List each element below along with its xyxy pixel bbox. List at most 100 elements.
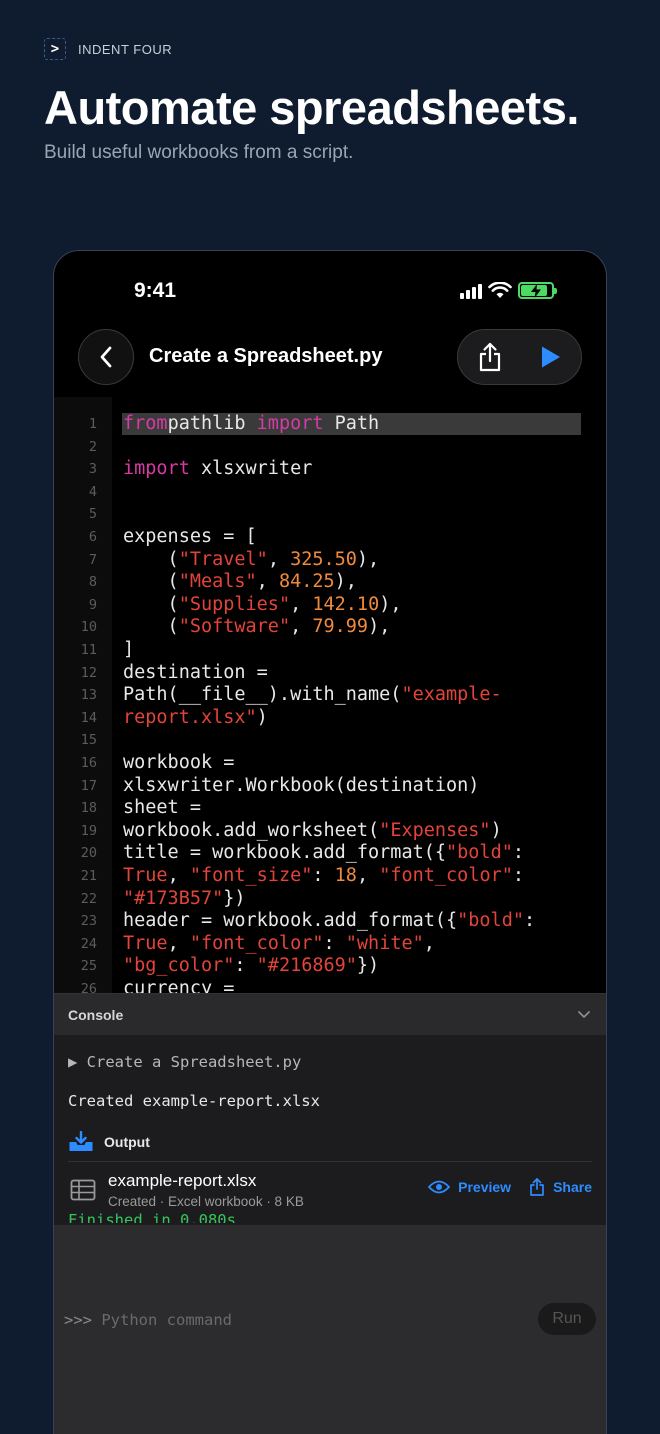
- status-icons: [460, 282, 557, 299]
- divider: [68, 1161, 592, 1162]
- code-line: 16 workbook =: [54, 752, 606, 775]
- code-token: "bold": [457, 910, 524, 932]
- chevron-down-icon[interactable]: [576, 1006, 592, 1022]
- line-number: 15: [80, 732, 97, 749]
- line-number: 3: [88, 461, 97, 478]
- console-header[interactable]: Console: [54, 993, 606, 1035]
- code-token: (: [123, 548, 179, 570]
- run-command-button[interactable]: Run: [538, 1303, 596, 1335]
- file-name: example-report.xlsx: [108, 1171, 257, 1190]
- code-token: 325.50: [290, 548, 357, 570]
- code-text: True, "font_size": 18, "font_color":: [123, 865, 524, 888]
- code-token: True: [123, 932, 168, 954]
- back-button[interactable]: [78, 329, 134, 385]
- finished-message: Finished in 0.080s: [68, 1211, 236, 1223]
- code-token: ,: [290, 616, 313, 638]
- code-text: workbook.add_worksheet("Expenses"): [123, 820, 502, 843]
- code-text: report.xlsx"): [123, 707, 268, 730]
- code-token: :: [512, 865, 525, 886]
- code-line: 7 ("Travel", 325.50),: [54, 549, 606, 572]
- output-label: Output: [104, 1134, 150, 1150]
- code-token: xlsxwriter.Workbook(destination): [123, 774, 480, 796]
- code-token: 79.99: [312, 616, 369, 638]
- line-number: 13: [80, 687, 97, 704]
- share-file-button[interactable]: Share: [529, 1178, 592, 1196]
- code-token: header = workbook.add_format({: [123, 910, 458, 932]
- code-token: }): [223, 887, 246, 909]
- code-token: }): [356, 955, 380, 977]
- code-text: header = workbook.add_format({"bold":: [123, 910, 535, 933]
- code-line: 14 report.xlsx"): [54, 707, 606, 730]
- run-entry[interactable]: ▶ Create a Spreadsheet.py: [68, 1053, 301, 1071]
- code-token: "font_color": [379, 865, 513, 886]
- code-token: currency =: [123, 978, 235, 993]
- code-line: 21 True, "font_size": 18, "font_color":: [54, 865, 606, 888]
- line-number: 18: [80, 800, 97, 817]
- code-editor[interactable]: 1 frompathlib import Path 2 3 import xlsxwri…: [54, 397, 606, 993]
- code-line: 5: [54, 503, 606, 526]
- table-icon: [70, 1179, 96, 1201]
- code-token: import: [123, 458, 190, 480]
- code-text: sheet =: [123, 797, 201, 820]
- code-token: "font_color": [189, 932, 324, 954]
- code-text: xlsxwriter.Workbook(destination): [123, 775, 479, 798]
- line-number: 7: [88, 551, 97, 568]
- code-token: Path: [323, 413, 380, 434]
- line-number: 5: [88, 506, 97, 523]
- code-text: frompathlib import Path: [123, 413, 379, 436]
- code-token: 142.10: [312, 593, 380, 615]
- code-token: destination =: [123, 661, 268, 683]
- code-token: :: [312, 865, 335, 886]
- code-token: title = workbook.add_format({: [123, 842, 447, 864]
- code-token: "bold": [446, 842, 513, 864]
- preview-button[interactable]: Preview: [428, 1179, 511, 1195]
- code-token: (: [123, 616, 179, 638]
- code-line: 12 destination =: [54, 662, 606, 685]
- run-script-button[interactable]: [540, 345, 562, 369]
- code-token: :: [323, 932, 346, 954]
- code-line: 13 Path(__file__).with_name("example-: [54, 684, 606, 707]
- code-token: "Supplies": [178, 593, 291, 615]
- code-token: import: [256, 413, 324, 434]
- code-line: 26 currency =: [54, 978, 606, 993]
- code-token: ,: [423, 932, 435, 954]
- line-number: 22: [80, 890, 97, 907]
- status-time: 9:41: [134, 279, 177, 302]
- wifi-icon: [488, 282, 512, 298]
- share-button[interactable]: [477, 342, 503, 372]
- code-line: 1 frompathlib import Path: [54, 413, 606, 436]
- code-line: 11]: [54, 639, 606, 662]
- code-text: expenses = [: [123, 526, 257, 549]
- code-line: 3 import xlsxwriter: [54, 458, 606, 481]
- console-panel: Console ▶ Create a Spreadsheet.py Create…: [54, 993, 606, 1434]
- output-header: Output: [68, 1131, 150, 1153]
- status-bar: 9:41: [54, 251, 606, 321]
- code-token: Path(__file__).with_name(: [123, 684, 402, 706]
- prompt-symbol: >>>: [64, 1311, 92, 1329]
- code-token: "#216869": [256, 955, 357, 977]
- console-input-area: >>> Python command Run: [54, 1225, 606, 1434]
- code-line: 9 ("Supplies", 142.10),: [54, 594, 606, 617]
- code-token: (: [123, 593, 179, 615]
- code-token: "Meals": [178, 571, 257, 593]
- code-token: ,: [167, 932, 190, 954]
- code-token: from: [123, 413, 168, 434]
- code-token: 84.25: [278, 571, 335, 593]
- line-number: 20: [80, 845, 97, 862]
- code-line: 24 True, "font_color": "white",: [54, 933, 606, 956]
- line-number: 23: [80, 913, 97, 930]
- code-line: 20 title = workbook.add_format({"bold":: [54, 842, 606, 865]
- brand: > INDENT FOUR: [44, 38, 172, 60]
- code-token: ),: [356, 548, 380, 570]
- code-text: True, "font_color": "white",: [123, 933, 435, 956]
- code-text: "bg_color": "#216869"}): [123, 955, 379, 978]
- code-text: title = workbook.add_format({"bold":: [123, 842, 524, 865]
- code-token: "example-: [401, 684, 502, 706]
- code-token: pathlib: [167, 413, 257, 434]
- python-command-input[interactable]: >>> Python command: [64, 1311, 232, 1329]
- line-number: 14: [80, 709, 97, 726]
- console-message: Created example-report.xlsx: [68, 1092, 320, 1110]
- line-number: 19: [80, 822, 97, 839]
- code-text: "#173B57"}): [123, 888, 246, 911]
- file-meta: Created · Excel workbook · 8 KB: [108, 1194, 304, 1209]
